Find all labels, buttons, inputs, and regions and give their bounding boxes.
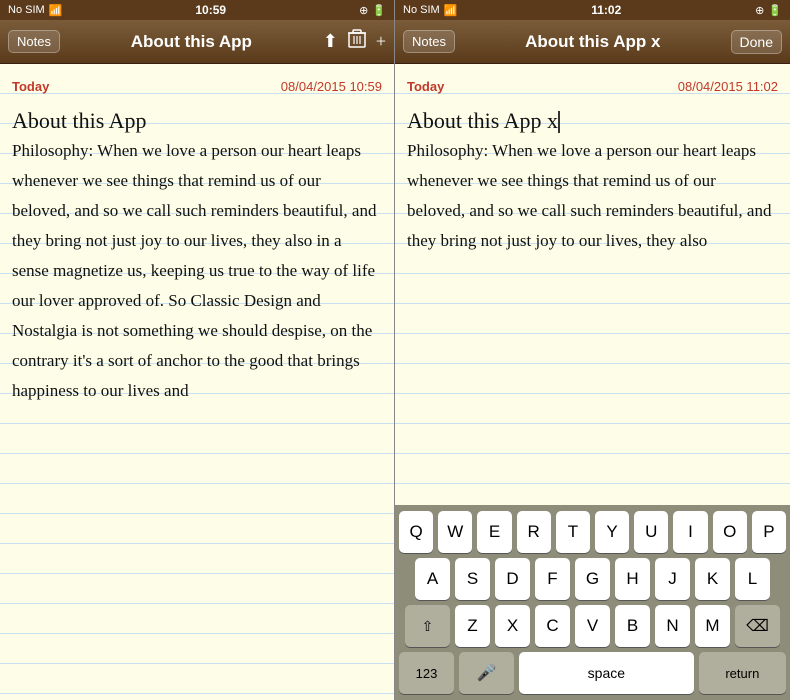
numbers-key[interactable]: 123 — [399, 652, 454, 694]
key-x[interactable]: X — [495, 605, 530, 647]
date-label-right: Today — [407, 72, 444, 102]
date-line-left: Today 08/04/2015 10:59 — [12, 72, 382, 102]
key-n[interactable]: N — [655, 605, 690, 647]
key-w[interactable]: W — [438, 511, 472, 553]
right-panel: No SIM 📶 11:02 ⊕ 🔋 Notes About this App … — [395, 0, 790, 700]
key-f[interactable]: F — [535, 558, 570, 600]
battery-icon-left: 🔋 — [372, 4, 386, 17]
key-i[interactable]: I — [673, 511, 707, 553]
note-title-right: About this App x — [407, 106, 778, 136]
date-value-right: 08/04/2015 11:02 — [678, 72, 778, 102]
key-b[interactable]: B — [615, 605, 650, 647]
key-r[interactable]: R — [517, 511, 551, 553]
nav-title-left: About this App — [60, 32, 323, 52]
key-v[interactable]: V — [575, 605, 610, 647]
back-button-right[interactable]: Notes — [403, 30, 455, 53]
battery-icon-right: 🔋 — [768, 4, 782, 17]
back-button-left[interactable]: Notes — [8, 30, 60, 53]
key-z[interactable]: Z — [455, 605, 490, 647]
done-button-right[interactable]: Done — [731, 30, 782, 54]
note-title-left: About this App — [12, 106, 382, 136]
key-m[interactable]: M — [695, 605, 730, 647]
key-e[interactable]: E — [477, 511, 511, 553]
key-l[interactable]: L — [735, 558, 770, 600]
status-bar-right: No SIM 📶 11:02 ⊕ 🔋 — [395, 0, 790, 20]
keyboard-row-4: 123 🎤 space return — [399, 652, 786, 694]
key-a[interactable]: A — [415, 558, 450, 600]
wifi-icon-right: 📶 — [444, 4, 458, 17]
key-h[interactable]: H — [615, 558, 650, 600]
key-t[interactable]: T — [556, 511, 590, 553]
add-icon-left[interactable]: + — [376, 31, 386, 52]
key-k[interactable]: K — [695, 558, 730, 600]
nav-actions-left: ⬆ + — [323, 29, 386, 54]
nav-bar-right: Notes About this App x Done — [395, 20, 790, 64]
status-right-right: ⊕ 🔋 — [755, 4, 782, 17]
backspace-key[interactable]: ⌫ — [735, 605, 780, 647]
bluetooth-icon-right: ⊕ — [755, 4, 764, 17]
note-body-right[interactable]: Philosophy: When we love a person our he… — [407, 136, 778, 256]
key-o[interactable]: O — [713, 511, 747, 553]
time-left: 10:59 — [195, 3, 226, 17]
share-icon-left[interactable]: ⬆ — [323, 31, 338, 52]
shift-key[interactable]: ⇧ — [405, 605, 450, 647]
keyboard-row-1: Q W E R T Y U I O P — [399, 511, 786, 553]
note-body-left: Philosophy: When we love a person our he… — [12, 136, 382, 406]
keyboard-row-3: ⇧ Z X C V B N M ⌫ — [399, 605, 786, 647]
key-g[interactable]: G — [575, 558, 610, 600]
carrier-left: No SIM — [8, 4, 45, 16]
return-key[interactable]: return — [699, 652, 786, 694]
nav-bar-left: Notes About this App ⬆ + — [0, 20, 394, 64]
left-panel: No SIM 📶 10:59 ⊕ 🔋 Notes About this App … — [0, 0, 395, 700]
key-j[interactable]: J — [655, 558, 690, 600]
time-right: 11:02 — [591, 3, 621, 17]
key-d[interactable]: D — [495, 558, 530, 600]
note-content-left: Today 08/04/2015 10:59 About this App Ph… — [0, 64, 394, 700]
status-bar-left: No SIM 📶 10:59 ⊕ 🔋 — [0, 0, 394, 20]
bluetooth-icon-left: ⊕ — [359, 4, 368, 17]
key-y[interactable]: Y — [595, 511, 629, 553]
date-label-left: Today — [12, 72, 49, 102]
status-left-right: No SIM 📶 — [403, 4, 457, 17]
nav-title-right: About this App x — [455, 32, 731, 52]
keyboard: Q W E R T Y U I O P A S D F G H J K L ⇧ … — [395, 505, 790, 700]
status-right-left: ⊕ 🔋 — [359, 4, 386, 17]
text-cursor — [558, 111, 560, 133]
status-left-left: No SIM 📶 — [8, 4, 62, 17]
note-content-right: Today 08/04/2015 11:02 About this App x … — [395, 64, 790, 505]
date-line-right: Today 08/04/2015 11:02 — [407, 72, 778, 102]
key-c[interactable]: C — [535, 605, 570, 647]
keyboard-row-2: A S D F G H J K L — [399, 558, 786, 600]
key-q[interactable]: Q — [399, 511, 433, 553]
carrier-right: No SIM — [403, 4, 440, 16]
trash-icon-left[interactable] — [348, 29, 366, 54]
key-u[interactable]: U — [634, 511, 668, 553]
key-p[interactable]: P — [752, 511, 786, 553]
space-key[interactable]: space — [519, 652, 694, 694]
key-s[interactable]: S — [455, 558, 490, 600]
wifi-icon-left: 📶 — [49, 4, 63, 17]
mic-key[interactable]: 🎤 — [459, 652, 514, 694]
date-value-left: 08/04/2015 10:59 — [281, 72, 382, 102]
